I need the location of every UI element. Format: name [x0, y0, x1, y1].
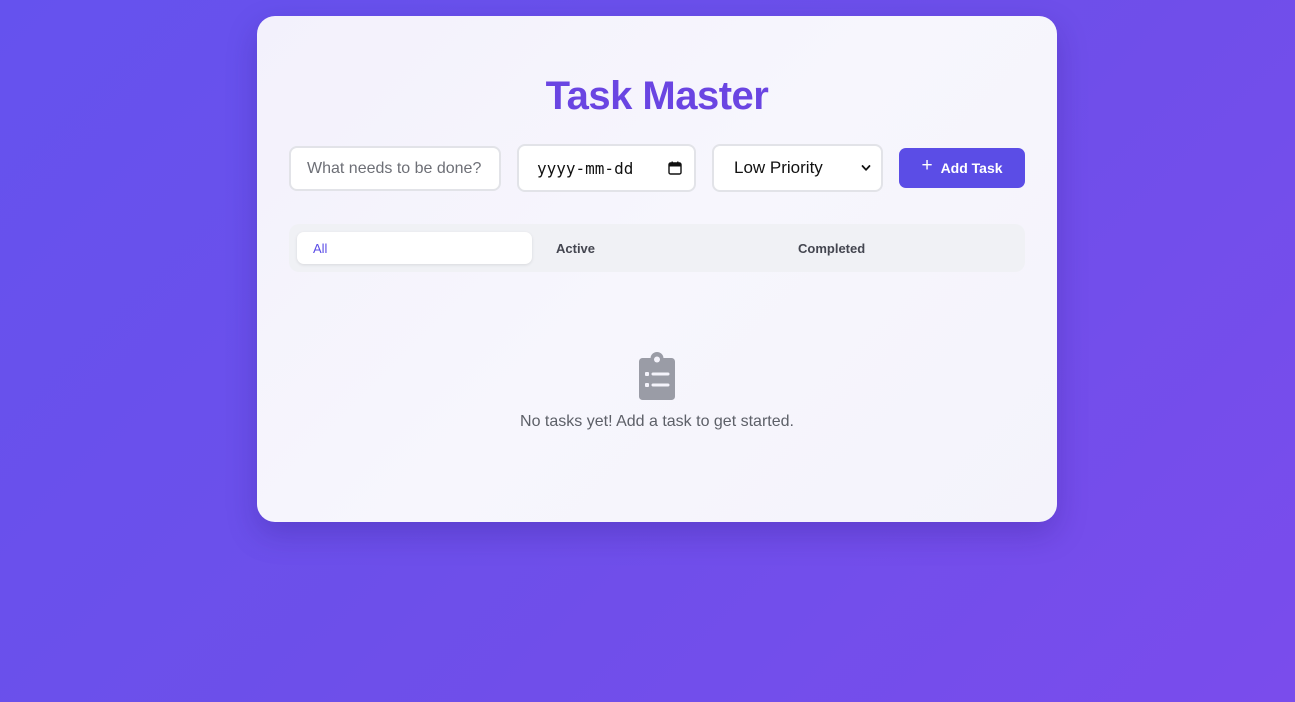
tab-label: Completed [798, 240, 866, 256]
tab-active[interactable]: Active [532, 232, 774, 264]
clipboard-list-icon [639, 352, 675, 400]
empty-state-message: No tasks yet! Add a task to get started. [520, 413, 794, 430]
task-card: Task Master yyyy-mm-dd Low Priority + Ad… [257, 16, 1057, 522]
add-task-button[interactable]: + Add Task [899, 148, 1025, 188]
tab-completed[interactable]: Completed [774, 232, 1017, 264]
tab-label: All [313, 240, 328, 256]
task-input[interactable] [289, 146, 501, 191]
priority-selected-value: Low Priority [734, 158, 823, 177]
due-date-field[interactable]: yyyy-mm-dd [517, 144, 696, 192]
empty-state: No tasks yet! Add a task to get started. [257, 352, 1057, 431]
app-title: Task Master [545, 74, 769, 118]
calendar-icon[interactable] [668, 161, 682, 175]
filter-tabs: All Active Completed [289, 224, 1025, 272]
plus-icon: + [921, 155, 933, 176]
tab-label: Active [556, 240, 596, 256]
priority-select[interactable]: Low Priority [712, 144, 883, 192]
date-placeholder: yyyy-mm-dd [537, 158, 634, 178]
add-task-label: Add Task [940, 160, 1003, 176]
chevron-down-icon [861, 165, 871, 171]
tab-all[interactable]: All [297, 232, 532, 264]
